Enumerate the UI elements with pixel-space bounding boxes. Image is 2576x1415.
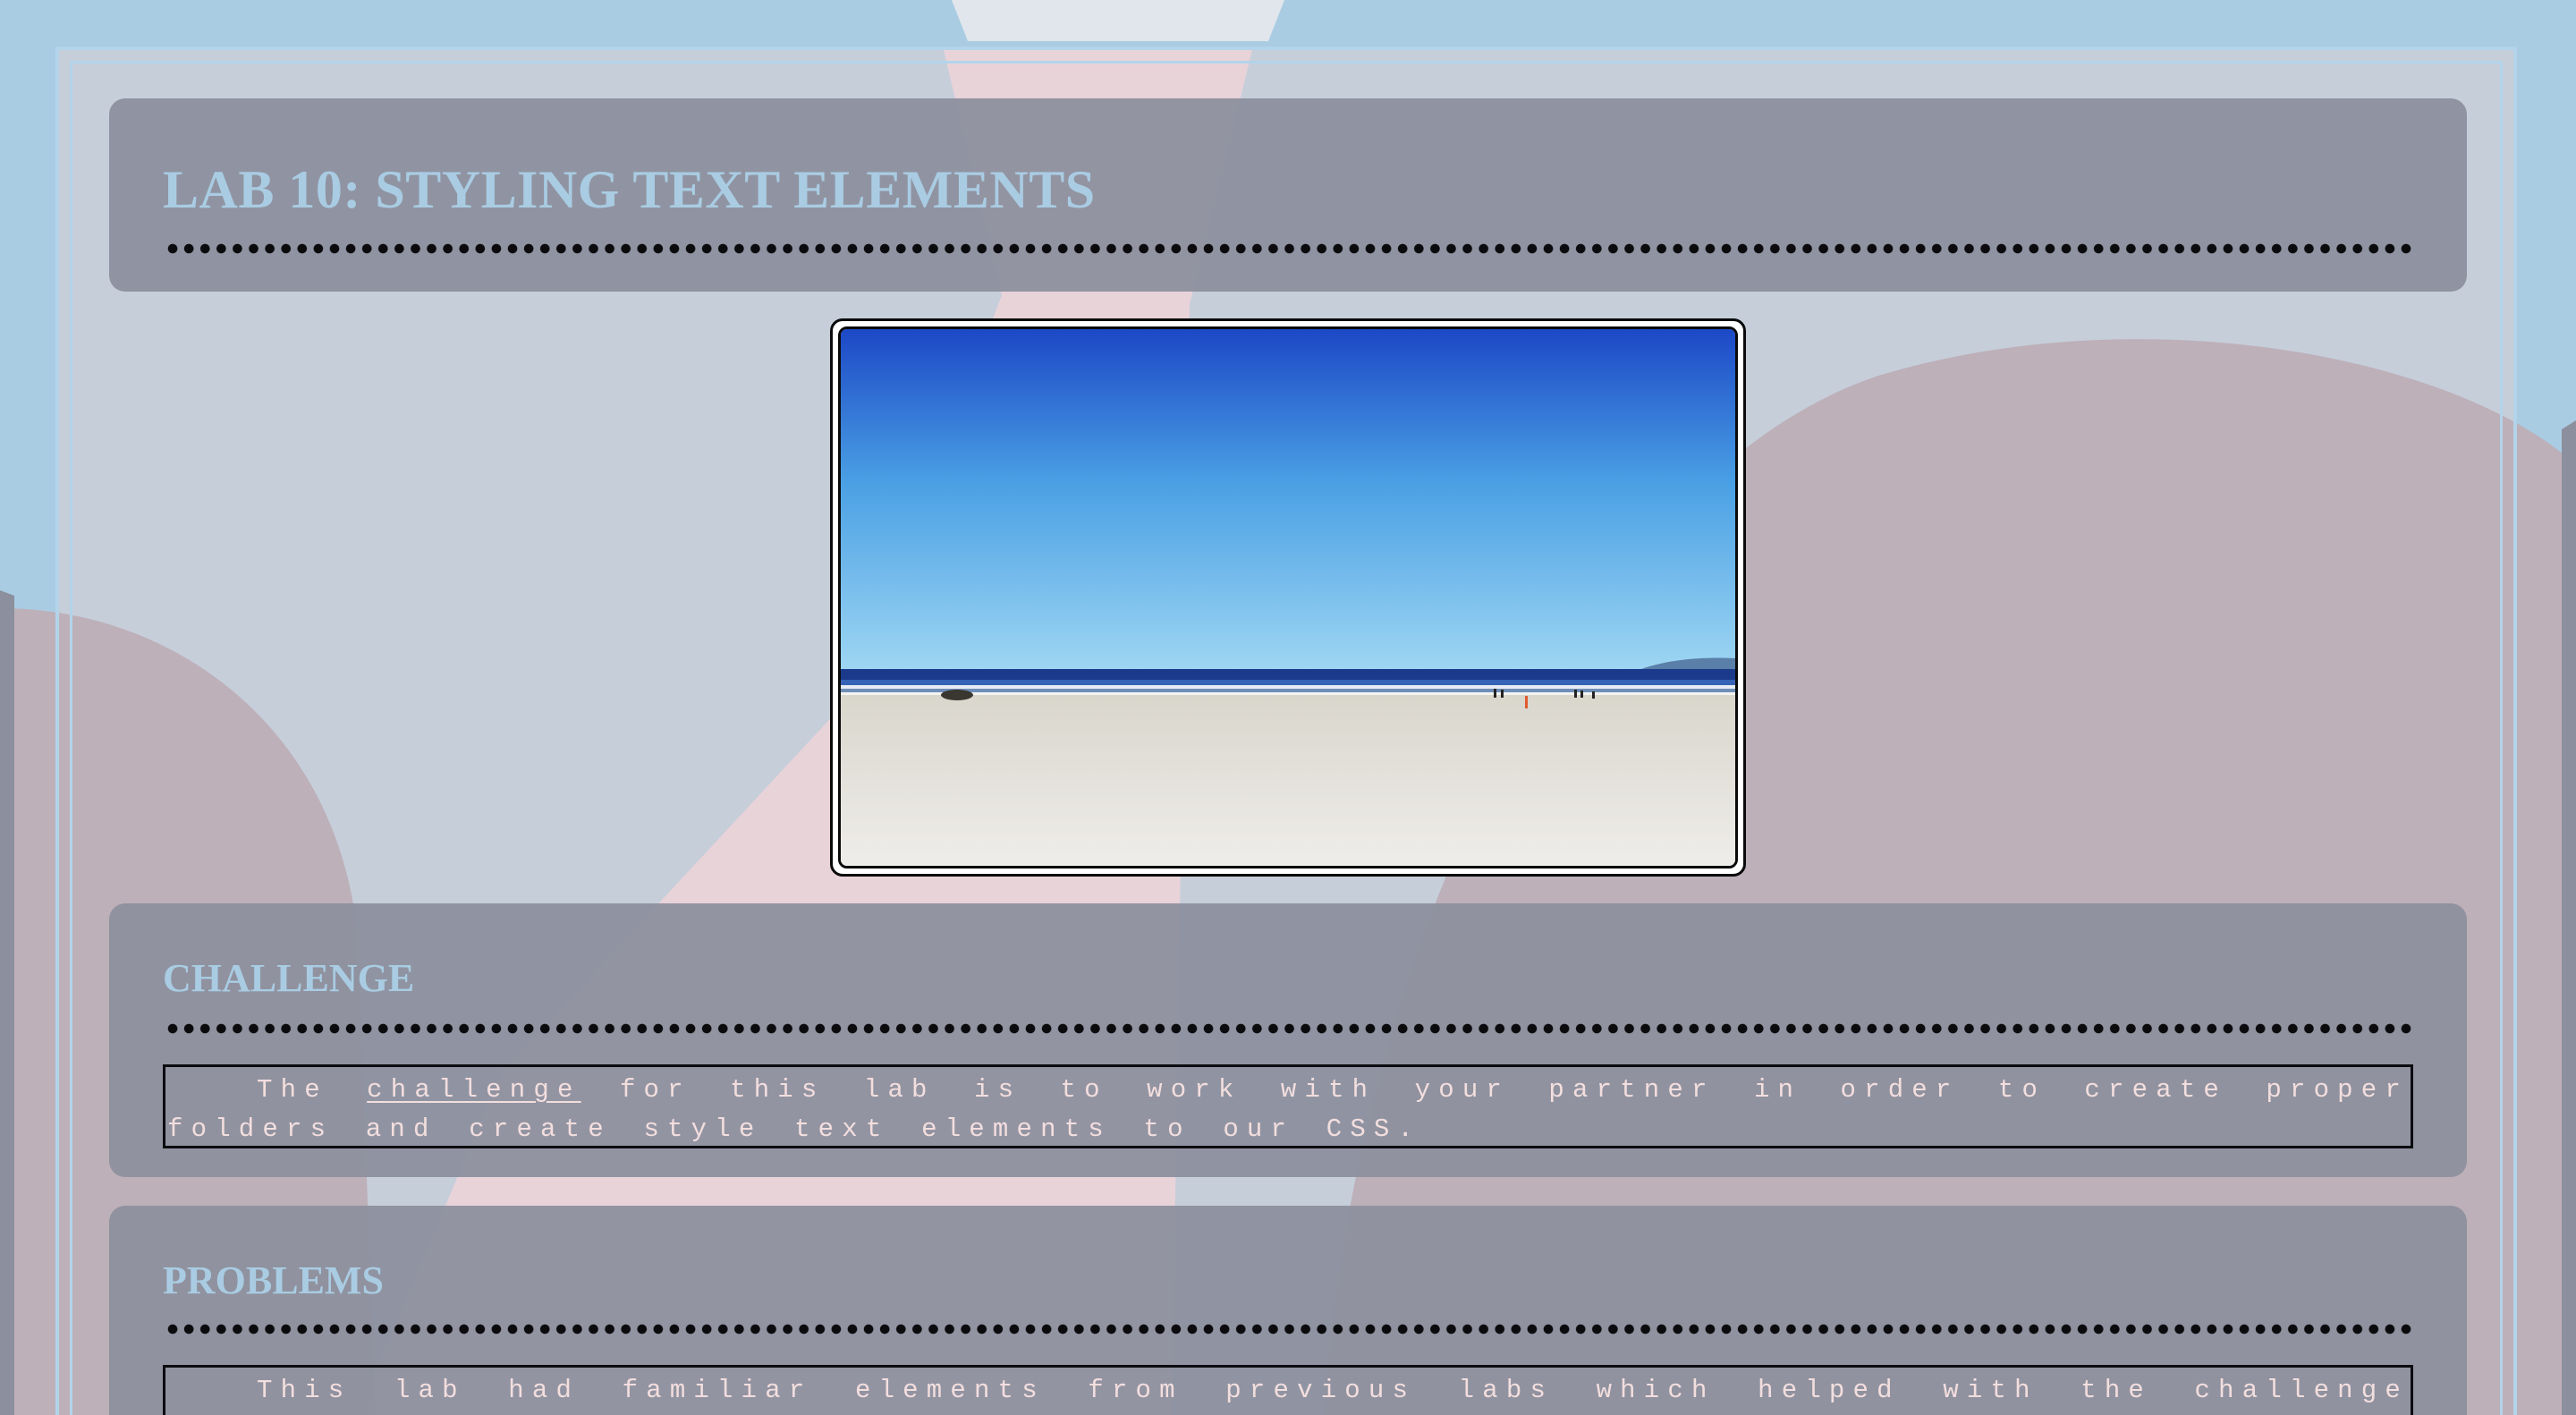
dotted-divider <box>165 243 2411 254</box>
beach-image-frame <box>830 318 1746 877</box>
challenge-panel: CHALLENGE The challenge for this lab is … <box>109 903 2467 1177</box>
title-panel: LAB 10: STYLING TEXT ELEMENTS <box>109 98 2467 292</box>
dotted-divider <box>165 1324 2411 1335</box>
beach-image <box>838 326 1738 868</box>
challenge-text-start: The <box>257 1075 368 1105</box>
challenge-link[interactable]: challenge <box>367 1075 580 1105</box>
problems-heading: PROBLEMS <box>163 1258 384 1302</box>
problems-text-start: This lab had familiar elements from prev… <box>257 1376 2409 1405</box>
challenge-text: The challenge for this lab is to work wi… <box>163 1064 2413 1148</box>
dotted-divider <box>165 1023 2411 1034</box>
beach-photo-graphic <box>841 329 1735 866</box>
page-title: LAB 10: STYLING TEXT ELEMENTS <box>163 160 1096 219</box>
problems-panel: PROBLEMS This lab had familiar elements … <box>109 1206 2467 1415</box>
challenge-heading: CHALLENGE <box>163 956 415 1000</box>
problems-text: This lab had familiar elements from prev… <box>163 1365 2413 1415</box>
